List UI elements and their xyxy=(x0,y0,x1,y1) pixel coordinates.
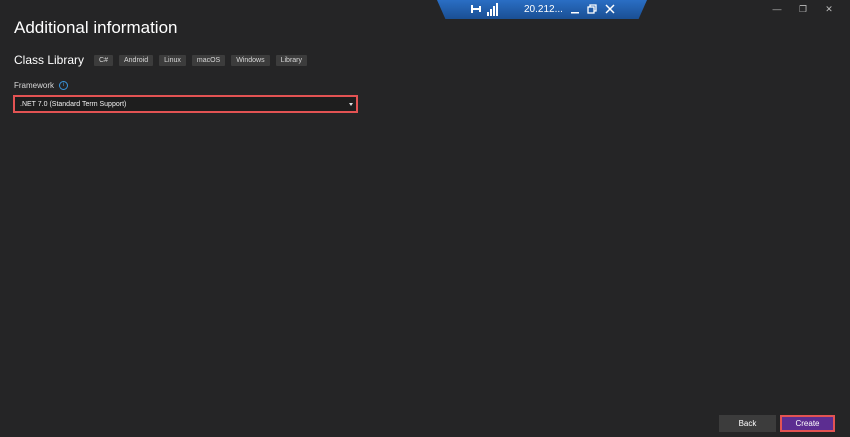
framework-selected-value: .NET 7.0 (Standard Term Support) xyxy=(20,100,127,108)
remote-desktop-bar: 20.212... xyxy=(437,0,647,19)
window-controls: — ❐ ✕ xyxy=(764,2,842,16)
project-header: Class Library C# Android Linux macOS Win… xyxy=(14,53,313,67)
signal-icon[interactable] xyxy=(487,3,499,16)
restore-icon[interactable] xyxy=(585,2,599,16)
framework-dropdown[interactable]: .NET 7.0 (Standard Term Support) xyxy=(13,95,358,113)
create-button[interactable]: Create xyxy=(780,415,835,432)
remote-address: 20.212... xyxy=(524,4,563,15)
window-minimize-button[interactable]: — xyxy=(764,2,790,16)
tag-csharp: C# xyxy=(94,54,113,66)
close-icon[interactable] xyxy=(603,2,617,16)
tag-library: Library xyxy=(275,54,308,66)
back-button[interactable]: Back xyxy=(719,415,776,432)
chevron-down-icon xyxy=(349,102,353,106)
window-restore-button[interactable]: ❐ xyxy=(790,2,816,16)
pin-icon[interactable] xyxy=(469,2,483,16)
project-type-name: Class Library xyxy=(14,53,85,67)
framework-label-row: Framework i xyxy=(14,81,69,90)
window-close-button[interactable]: ✕ xyxy=(816,2,842,16)
tag-windows: Windows xyxy=(231,54,270,66)
tag-linux: Linux xyxy=(159,54,186,66)
tag-macos: macOS xyxy=(191,54,226,66)
tag-android: Android xyxy=(118,54,154,66)
page-title: Additional information xyxy=(14,18,178,37)
info-icon[interactable]: i xyxy=(59,81,69,90)
framework-label: Framework xyxy=(14,81,55,90)
minimize-icon[interactable] xyxy=(568,2,582,16)
